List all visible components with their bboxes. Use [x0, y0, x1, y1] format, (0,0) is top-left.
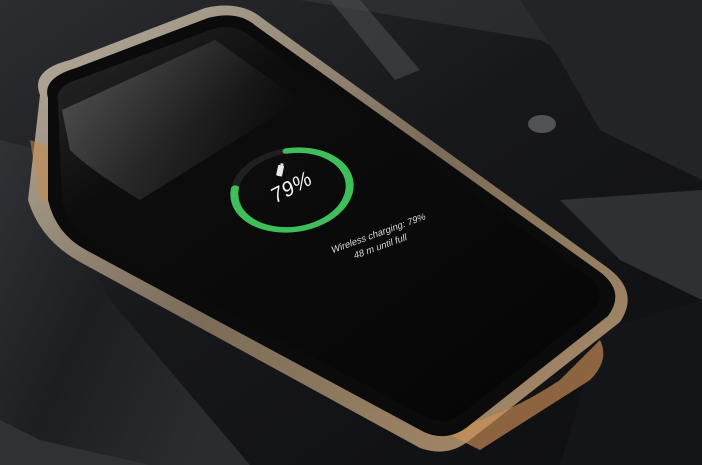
console-knob — [528, 115, 556, 133]
photo-background — [0, 0, 702, 465]
car-console-photo: 79% Wireless charging: 79% 48 m until fu… — [0, 0, 702, 465]
